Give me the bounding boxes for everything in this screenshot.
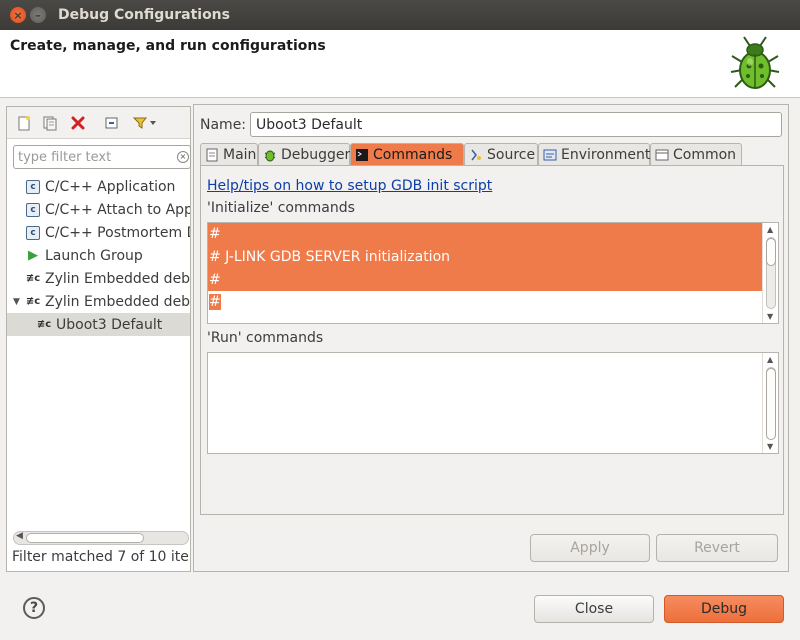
tab-common[interactable]: Common: [650, 143, 742, 165]
scroll-down-arrow-icon[interactable]: ▼: [767, 312, 773, 321]
command-line: # J-LINK GDB SERVER initialization: [208, 246, 762, 269]
tree-item-cpp-application[interactable]: c C/C++ Application: [7, 175, 190, 198]
debugger-bug-icon: [263, 148, 277, 162]
name-field[interactable]: [250, 112, 782, 137]
tree-item-zylin-cygwin[interactable]: ≢c Zylin Embedded debug (Cygwin): [7, 267, 190, 290]
config-tabs: Main Debugger Commands Source Environmen…: [200, 143, 784, 165]
tree-item-label: Zylin Embedded debug (Native): [45, 293, 190, 310]
delete-icon[interactable]: [69, 114, 87, 132]
filter-icon[interactable]: [131, 114, 159, 132]
tab-label: Common: [673, 146, 737, 163]
scroll-up-arrow-icon[interactable]: ▲: [767, 355, 773, 364]
zylin-icon: ≢c: [25, 273, 41, 284]
close-button[interactable]: Close: [534, 595, 654, 623]
scroll-up-arrow-icon[interactable]: ▲: [767, 225, 773, 234]
tree-item-cpp-attach[interactable]: c C/C++ Attach to Application: [7, 198, 190, 221]
run-commands-text[interactable]: [208, 353, 762, 453]
initialize-commands-label: 'Initialize' commands: [207, 200, 355, 216]
tree-item-launch-group[interactable]: ▶ Launch Group: [7, 244, 190, 267]
window-close-icon[interactable]: ×: [10, 7, 26, 23]
zylin-icon: ≢c: [25, 296, 41, 307]
scrollbar-thumb[interactable]: [766, 238, 776, 266]
filter-status-text: Filter matched 7 of 10 items: [12, 549, 190, 565]
window-minimize-icon[interactable]: –: [30, 7, 46, 23]
help-icon[interactable]: ?: [23, 597, 45, 619]
name-label: Name:: [200, 117, 247, 133]
tree-item-zylin-native[interactable]: ▼ ≢c Zylin Embedded debug (Native): [7, 290, 190, 313]
window-title: Debug Configurations: [58, 7, 230, 23]
scroll-left-arrow-icon[interactable]: ◀: [16, 531, 23, 541]
apply-button[interactable]: Apply: [530, 534, 650, 562]
tree-item-label: C/C++ Postmortem Debugger: [45, 224, 190, 241]
source-icon: [469, 148, 483, 162]
debug-button[interactable]: Debug: [664, 595, 784, 623]
tab-label: Environment: [561, 146, 651, 163]
c-config-icon: c: [26, 179, 40, 194]
collapse-all-icon[interactable]: [103, 114, 121, 132]
selected-text: #: [209, 294, 221, 310]
tab-source[interactable]: Source: [464, 143, 538, 165]
run-commands-textarea[interactable]: ▲ ▼: [207, 352, 779, 454]
zylin-icon: ≢c: [36, 319, 52, 330]
tab-commands[interactable]: Commands: [350, 143, 464, 165]
scrollbar-thumb[interactable]: [766, 368, 776, 440]
launch-play-icon: ▶: [28, 248, 38, 263]
tab-label: Debugger: [281, 146, 351, 163]
tree-horizontal-scrollbar[interactable]: ◀: [13, 531, 189, 545]
debug-configurations-window: × – Debug Configurations Create, manage,…: [0, 0, 800, 640]
run-commands-label: 'Run' commands: [207, 330, 324, 346]
initialize-vertical-scrollbar[interactable]: ▲ ▼: [762, 223, 778, 323]
common-icon: [655, 148, 669, 162]
tab-label: Source: [487, 146, 536, 163]
tab-label: Main: [223, 146, 257, 163]
command-line: #: [208, 269, 762, 291]
main-page-icon: [205, 148, 219, 162]
gdb-help-link[interactable]: Help/tips on how to setup GDB init scrip…: [207, 178, 492, 194]
initialize-commands-textarea[interactable]: # # J-LINK GDB SERVER initialization # #…: [207, 222, 779, 324]
scroll-down-arrow-icon[interactable]: ▼: [767, 442, 773, 451]
title-bar[interactable]: × – Debug Configurations: [0, 0, 800, 30]
left-toolbar: [7, 107, 190, 139]
command-line: #: [208, 223, 762, 246]
revert-button[interactable]: Revert: [656, 534, 778, 562]
command-line-selection-end: #: [208, 291, 762, 314]
tree-item-cpp-postmortem[interactable]: c C/C++ Postmortem Debugger: [7, 221, 190, 244]
tree-item-label: Zylin Embedded debug (Cygwin): [45, 270, 190, 287]
expand-triangle-icon[interactable]: ▼: [13, 297, 23, 307]
configuration-tree: c C/C++ Application c C/C++ Attach to Ap…: [7, 175, 190, 336]
tab-environment[interactable]: Environment: [538, 143, 650, 165]
header-message: Create, manage, and run configurations: [10, 38, 326, 54]
terminal-icon: [355, 148, 369, 162]
tree-item-label: C/C++ Attach to Application: [45, 201, 190, 218]
tree-item-uboot3-default[interactable]: ≢c Uboot3 Default: [7, 313, 190, 336]
run-vertical-scrollbar[interactable]: ▲ ▼: [762, 353, 778, 453]
filter-input[interactable]: [13, 145, 191, 169]
clear-filter-icon[interactable]: ×: [177, 151, 189, 163]
tree-item-label: Launch Group: [45, 247, 143, 264]
new-config-icon[interactable]: [15, 114, 33, 132]
tree-item-label: C/C++ Application: [45, 178, 176, 195]
dialog-header: Create, manage, and run configurations: [0, 30, 800, 98]
initialize-commands-text[interactable]: # # J-LINK GDB SERVER initialization # #: [208, 223, 762, 323]
scrollbar-thumb[interactable]: [26, 533, 144, 543]
commands-tab-panel: Help/tips on how to setup GDB init scrip…: [200, 165, 784, 515]
c-config-icon: c: [26, 202, 40, 217]
bug-icon: [730, 36, 780, 89]
tab-label: Commands: [373, 146, 453, 163]
configuration-editor-pane: Name: Main Debugger Commands: [193, 104, 789, 572]
tree-item-label: Uboot3 Default: [56, 316, 163, 333]
tab-main[interactable]: Main: [200, 143, 258, 165]
c-config-icon: c: [26, 225, 40, 240]
tab-debugger[interactable]: Debugger: [258, 143, 350, 165]
configuration-tree-pane: × c C/C++ Application c C/C++ Attach to …: [6, 106, 191, 572]
environment-icon: [543, 148, 557, 162]
duplicate-icon[interactable]: [41, 114, 59, 132]
